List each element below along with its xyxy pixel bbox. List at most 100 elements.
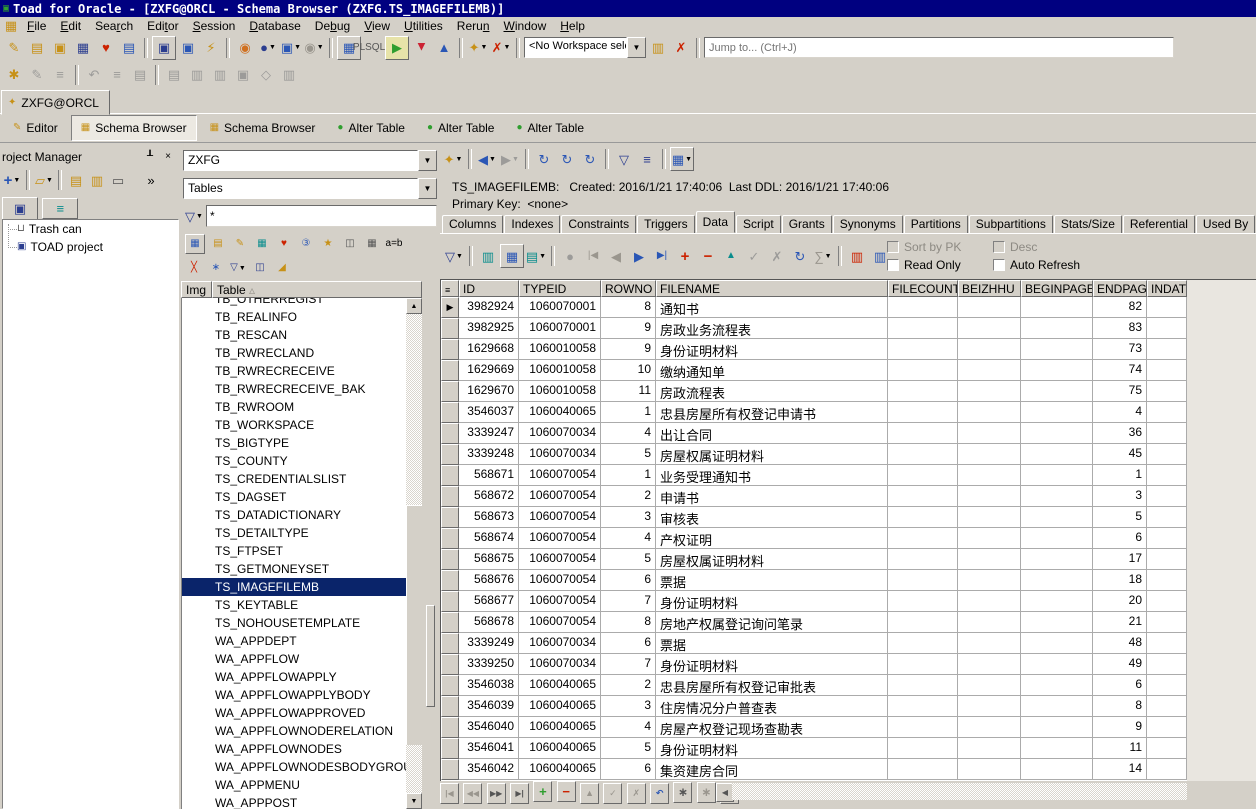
cell-typeid[interactable]: 1060070054 (519, 486, 601, 507)
column-header-endpage[interactable]: ENDPAGE (1093, 280, 1147, 297)
cell-filename[interactable]: 房政业务流程表 (656, 318, 888, 339)
cell-beizhhu[interactable] (958, 507, 1021, 528)
cell-beginpage[interactable] (1021, 675, 1093, 696)
tab-stats-size[interactable]: Stats/Size (1054, 215, 1122, 233)
table-row[interactable]: 56867810600700548房地产权属登记询问笔录21 (441, 612, 1188, 633)
cell-indate[interactable] (1147, 675, 1187, 696)
menu-help[interactable]: Help (553, 18, 592, 34)
cell-typeid[interactable]: 1060070054 (519, 528, 601, 549)
cell-endpage[interactable]: 21 (1093, 612, 1147, 633)
refresh-object-button[interactable]: ↻ (533, 148, 555, 170)
cell-endpage[interactable]: 18 (1093, 570, 1147, 591)
cell-beginpage[interactable] (1021, 612, 1093, 633)
nav-prior-page-button[interactable]: ◀◀ (463, 783, 482, 804)
cell-endpage[interactable]: 74 (1093, 360, 1147, 381)
cell-typeid[interactable]: 1060010058 (519, 360, 601, 381)
row-selector[interactable] (441, 759, 459, 780)
describe-button[interactable]: ▤ (118, 37, 140, 59)
cell-filecount[interactable] (888, 759, 958, 780)
cell-beginpage[interactable] (1021, 507, 1093, 528)
cell-beizhhu[interactable] (958, 612, 1021, 633)
table-row[interactable]: 354604210600400656集资建房合同14 (441, 759, 1188, 780)
cell-rowno[interactable]: 9 (601, 318, 656, 339)
table-list-item-tb_rescan[interactable]: TB_RESCAN (182, 326, 406, 344)
cell-typeid[interactable]: 1060040065 (519, 696, 601, 717)
cell-indate[interactable] (1147, 591, 1187, 612)
horizontal-scrollbar[interactable] (732, 783, 1187, 800)
row-selector[interactable] (441, 402, 459, 423)
menu-editor[interactable]: Editor (140, 18, 185, 34)
row-selector[interactable] (441, 528, 459, 549)
insert-row-button[interactable]: + (674, 245, 696, 267)
cell-beizhhu[interactable] (958, 717, 1021, 738)
connect-button[interactable]: ✦▼ (467, 37, 489, 59)
cell-filename[interactable]: 产权证明 (656, 528, 888, 549)
tab-partitions[interactable]: Partitions (904, 215, 968, 233)
table-list-item-ts_ftpset[interactable]: TS_FTPSET (182, 542, 406, 560)
cell-beginpage[interactable] (1021, 318, 1093, 339)
cell-indate[interactable] (1147, 738, 1187, 759)
table-row[interactable]: 354604010600400654房屋产权登记现场查勘表9 (441, 717, 1188, 738)
cell-typeid[interactable]: 1060070034 (519, 633, 601, 654)
cell-beginpage[interactable] (1021, 339, 1093, 360)
cell-beginpage[interactable] (1021, 465, 1093, 486)
tree-item-toad-project[interactable]: ▣TOAD project (3, 238, 178, 256)
cell-beizhhu[interactable] (958, 654, 1021, 675)
tab-constraints[interactable]: Constraints (561, 215, 636, 233)
cell-indate[interactable] (1147, 444, 1187, 465)
cell-filecount[interactable] (888, 570, 958, 591)
cell-beizhhu[interactable] (958, 381, 1021, 402)
truncate-button[interactable]: ◢ (273, 259, 291, 277)
table-list-item-tb_rwrecreceive[interactable]: TB_RWRECRECEIVE (182, 362, 406, 380)
workspace-dropdown-icon[interactable]: ▼ (627, 37, 646, 58)
table-list-item-wa_appflownodesbodygroup[interactable]: WA_APPFLOWNODESBODYGROUP (182, 758, 406, 776)
cell-endpage[interactable]: 1 (1093, 465, 1147, 486)
overflow-chevron-icon[interactable]: » (141, 170, 161, 190)
cell-id[interactable]: 1629670 (459, 381, 519, 402)
img-column-header[interactable]: Img (181, 281, 212, 298)
cell-indate[interactable] (1147, 360, 1187, 381)
table-list-item-ts_bigtype[interactable]: TS_BIGTYPE (182, 434, 406, 452)
row-selector[interactable] (441, 486, 459, 507)
nav-cancel-button[interactable]: ✗ (627, 783, 646, 804)
cell-indate[interactable] (1147, 570, 1187, 591)
table-row[interactable]: 333924810600700345房屋权属证明材料45 (441, 444, 1188, 465)
cell-beizhhu[interactable] (958, 591, 1021, 612)
cell-id[interactable]: 3339249 (459, 633, 519, 654)
cell-beginpage[interactable] (1021, 738, 1093, 759)
cell-beizhhu[interactable] (958, 297, 1021, 318)
cell-beizhhu[interactable] (958, 360, 1021, 381)
nav-post-button[interactable]: ✓ (603, 783, 622, 804)
nav-next-page-button[interactable]: ▶▶ (487, 783, 506, 804)
cell-beginpage[interactable] (1021, 717, 1093, 738)
row-selector[interactable] (441, 696, 459, 717)
table-list-item-ts_keytable[interactable]: TS_KEYTABLE (182, 596, 406, 614)
add-file-button[interactable]: ▤ (163, 64, 185, 86)
table-list-item-wa_appmenu[interactable]: WA_APPMENU (182, 776, 406, 794)
pin-icon[interactable]: ┸ (141, 148, 159, 166)
column-header-beginpage[interactable]: BEGINPAGE (1021, 280, 1093, 297)
cell-id[interactable]: 568676 (459, 570, 519, 591)
nav-last-button[interactable]: ▶| (510, 783, 529, 804)
cell-filecount[interactable] (888, 675, 958, 696)
new-project-button[interactable]: ▤ (66, 170, 86, 190)
connection-tab-zxfg-orcl[interactable]: ✦ ZXFG@ORCL (1, 90, 110, 115)
tree-item-trash-can[interactable]: ⊔Trash can (3, 220, 178, 238)
prior-record-button[interactable]: ◀ (605, 245, 627, 267)
analyze-button[interactable]: ∗ (207, 259, 225, 277)
sql-recall-button[interactable]: ♥ (95, 37, 117, 59)
table-row[interactable]: 333925010600700347身份证明材料49 (441, 654, 1188, 675)
cell-filename[interactable]: 住房情况分户普查表 (656, 696, 888, 717)
cell-beizhhu[interactable] (958, 633, 1021, 654)
row-selector[interactable] (441, 717, 459, 738)
table-list-item-wa_appflowapplybody[interactable]: WA_APPFLOWAPPLYBODY (182, 686, 406, 704)
desc-option[interactable]: Desc (993, 239, 1037, 255)
table-row[interactable]: 56867210600700542申请书3 (441, 486, 1188, 507)
cell-endpage[interactable]: 6 (1093, 675, 1147, 696)
cell-filecount[interactable] (888, 360, 958, 381)
delete-row-button[interactable]: − (697, 245, 719, 267)
nav-insert-button[interactable]: + (533, 781, 552, 802)
cell-id[interactable]: 568677 (459, 591, 519, 612)
table-list-item-tb_rwrecreceive_bak[interactable]: TB_RWRECRECEIVE_BAK (182, 380, 406, 398)
window-tab-editor-0[interactable]: ✎Editor (4, 116, 67, 140)
